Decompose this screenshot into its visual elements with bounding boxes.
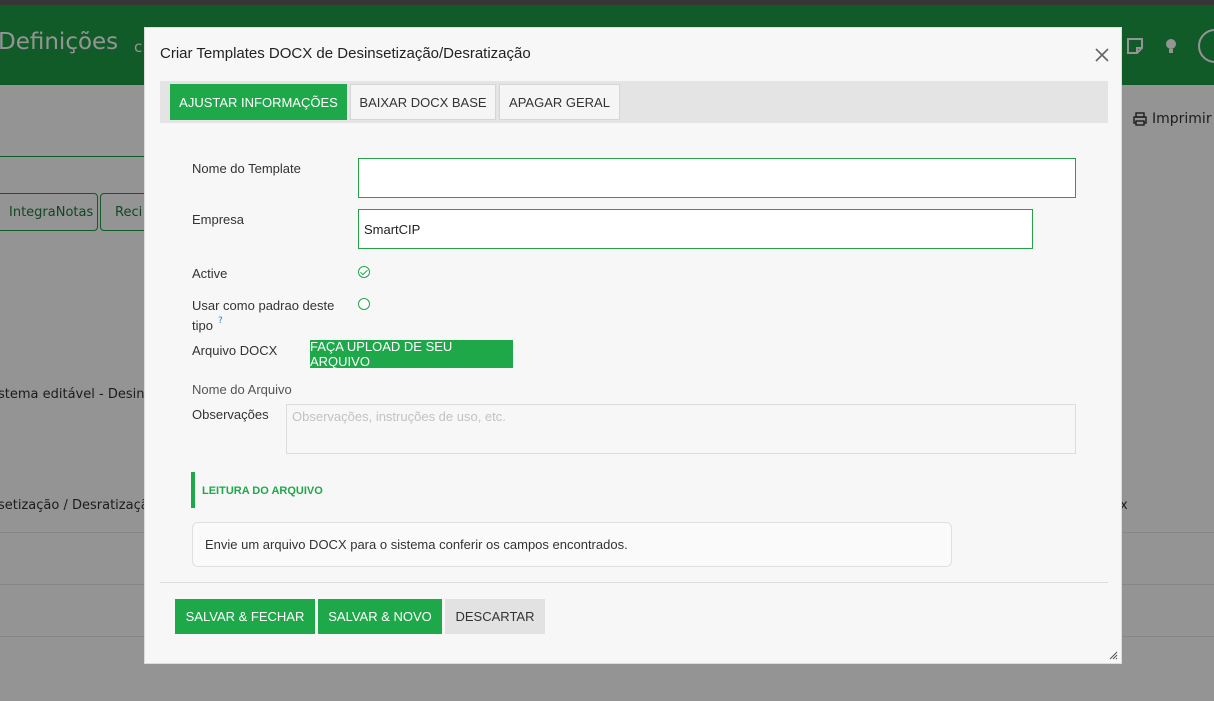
file-name-label: Nome do Arquivo [192,382,292,397]
tab-delete-all[interactable]: APAGAR GERAL [499,84,620,120]
tab-label: BAIXAR DOCX BASE [359,94,487,110]
resize-grip-icon[interactable] [1108,650,1118,660]
button-label: SALVAR & NOVO [328,609,432,624]
docx-label: Arquivo DOCX [192,343,278,358]
discard-button[interactable]: DESCARTAR [445,599,545,634]
tab-bar: AJUSTAR INFORMAÇÕES BAIXAR DOCX BASE APA… [160,81,1108,123]
info-message: Envie um arquivo DOCX para o sistema con… [205,537,628,552]
button-label: DESCARTAR [455,609,535,624]
save-new-button[interactable]: SALVAR & NOVO [318,599,442,634]
active-label: Active [192,266,228,281]
tab-adjust-info[interactable]: AJUSTAR INFORMAÇÕES [170,84,347,120]
default-label: Usar como padrao deste [192,298,335,313]
save-close-button[interactable]: SALVAR & FECHAR [175,599,315,634]
active-checkbox[interactable] [358,266,370,278]
company-input[interactable]: SmartCIP [358,209,1033,249]
notes-textarea[interactable]: Observações, instruções de uso, etc. [286,404,1076,454]
template-name-label: Nome do Template [192,161,301,176]
footer-divider [160,582,1108,583]
upload-button[interactable]: FAÇA UPLOAD DE SEU ARQUIVO [310,339,513,369]
modal-title: Criar Templates DOCX de Desinsetização/D… [160,45,531,62]
tab-label: AJUSTAR INFORMAÇÕES [179,94,338,110]
create-template-modal: Criar Templates DOCX de Desinsetização/D… [144,27,1122,664]
default-label-cont: tipo [192,318,213,333]
section-title: LEITURA DO ARQUIVO [202,485,323,497]
notes-label: Observações [192,407,269,422]
template-name-input[interactable] [358,158,1076,198]
tab-download-base[interactable]: BAIXAR DOCX BASE [350,84,496,120]
upload-label: FAÇA UPLOAD DE SEU ARQUIVO [310,339,453,369]
company-label: Empresa [192,212,245,227]
close-icon[interactable] [1092,45,1112,65]
button-label: SALVAR & FECHAR [185,609,305,624]
section-accent-bar [191,472,195,508]
default-checkbox[interactable] [358,298,370,310]
tab-label: APAGAR GERAL [509,94,610,110]
info-message-box: Envie um arquivo DOCX para o sistema con… [192,522,952,567]
help-icon[interactable]: ? [218,316,223,326]
